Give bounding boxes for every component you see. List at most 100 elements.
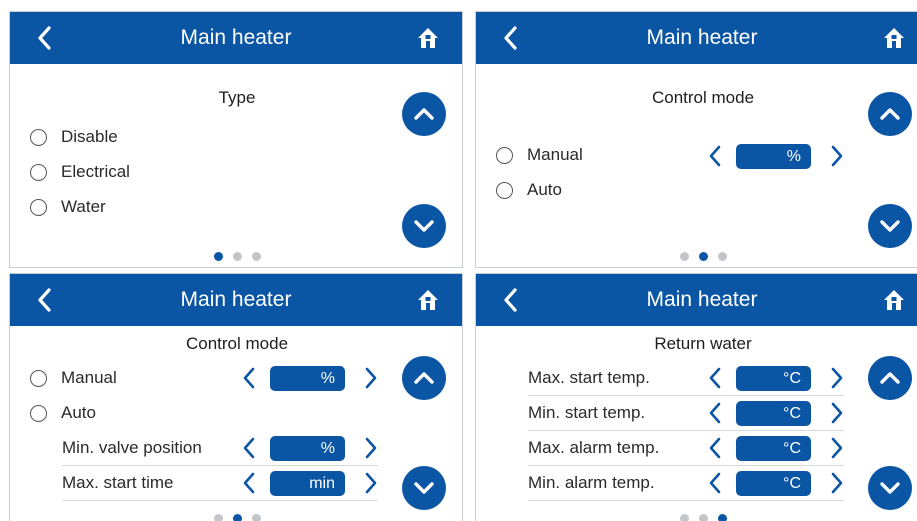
increase-chevron-right-icon[interactable]	[830, 437, 844, 459]
page-dot-3[interactable]	[717, 252, 727, 261]
page-title: Main heater	[180, 288, 292, 311]
increase-chevron-right-icon[interactable]	[830, 145, 844, 167]
increase-chevron-right-icon[interactable]	[364, 437, 378, 459]
page-dot-2[interactable]	[698, 514, 708, 521]
page-dot-3[interactable]	[717, 514, 727, 521]
chevron-down-icon	[880, 482, 900, 494]
radio-option-auto[interactable]: Auto	[496, 178, 562, 202]
page-title: Main heater	[646, 288, 758, 311]
page-dot-1[interactable]	[213, 514, 223, 521]
increase-chevron-right-icon[interactable]	[364, 472, 378, 494]
increase-chevron-right-icon[interactable]	[364, 367, 378, 389]
scroll-down-button[interactable]	[868, 466, 912, 510]
home-icon[interactable]	[416, 26, 440, 50]
setting-value-field[interactable]: °C	[736, 401, 811, 426]
radio-button[interactable]	[496, 146, 513, 164]
screen-main-heater-control-mode-extended: Main heater Control mode Manual % Auto M…	[9, 273, 463, 521]
chevron-up-icon	[414, 108, 434, 120]
scroll-up-button[interactable]	[402, 356, 446, 400]
radio-option-manual[interactable]: Manual	[30, 366, 117, 390]
scroll-up-button[interactable]	[868, 92, 912, 136]
setting-value-field[interactable]: °C	[736, 471, 811, 496]
header-bar: Main heater	[10, 274, 462, 326]
page-title: Main heater	[646, 26, 758, 49]
chevron-up-icon	[880, 372, 900, 384]
page-indicator	[476, 510, 917, 521]
home-icon[interactable]	[882, 288, 906, 312]
decrease-chevron-left-icon[interactable]	[708, 367, 722, 389]
header-bar: Main heater	[10, 12, 462, 64]
setting-value-field[interactable]: min	[270, 471, 345, 496]
setting-label: Max. start temp.	[528, 368, 650, 387]
page-dot-1[interactable]	[679, 514, 689, 521]
decrease-chevron-left-icon[interactable]	[708, 402, 722, 424]
home-icon[interactable]	[882, 26, 906, 50]
setting-value-field[interactable]: °C	[736, 366, 811, 391]
setting-value-field[interactable]: °C	[736, 436, 811, 461]
radio-button[interactable]	[30, 128, 47, 146]
radio-label: Disable	[61, 127, 118, 146]
setting-value-field[interactable]: %	[270, 436, 345, 461]
page-dot-2[interactable]	[232, 514, 242, 521]
setting-row-min-valve-position: Min. valve position %	[62, 432, 378, 466]
radio-button[interactable]	[30, 198, 47, 216]
decrease-chevron-left-icon[interactable]	[708, 437, 722, 459]
chevron-down-icon	[414, 482, 434, 494]
page-indicator	[10, 510, 462, 521]
page-dot-2[interactable]	[232, 252, 242, 261]
radio-button[interactable]	[30, 369, 47, 387]
setting-row-max-start-time: Max. start time min	[62, 467, 378, 501]
radio-option-electrical[interactable]: Electrical	[30, 160, 130, 184]
page-dot-3[interactable]	[251, 514, 261, 521]
scroll-up-button[interactable]	[868, 356, 912, 400]
radio-option-disable[interactable]: Disable	[30, 125, 118, 149]
setting-label: Max. alarm temp.	[528, 438, 660, 457]
section-title: Control mode	[651, 88, 755, 107]
radio-label: Auto	[61, 403, 96, 422]
manual-value-field[interactable]: %	[736, 144, 811, 169]
section-title: Control mode	[185, 334, 289, 353]
header-bar: Main heater	[476, 274, 917, 326]
screen-main-heater-type: Main heater Type Disable Electrical Wate…	[9, 11, 463, 268]
page-dot-3[interactable]	[251, 252, 261, 261]
chevron-up-icon	[880, 108, 900, 120]
radio-label: Manual	[527, 145, 583, 164]
setting-label: Min. start temp.	[528, 403, 646, 422]
radio-option-water[interactable]: Water	[30, 195, 106, 219]
radio-button[interactable]	[30, 163, 47, 181]
scroll-up-button[interactable]	[402, 92, 446, 136]
section-title: Type	[218, 88, 256, 107]
decrease-chevron-left-icon[interactable]	[242, 472, 256, 494]
page-indicator	[476, 248, 917, 266]
radio-button[interactable]	[30, 404, 47, 422]
chevron-down-icon	[880, 220, 900, 232]
scroll-down-button[interactable]	[868, 204, 912, 248]
page-dot-1[interactable]	[213, 252, 223, 261]
scroll-down-button[interactable]	[402, 466, 446, 510]
chevron-up-icon	[414, 372, 434, 384]
screen-main-heater-control-mode: Main heater Control mode Manual Auto %	[475, 11, 917, 268]
radio-option-auto[interactable]: Auto	[30, 401, 96, 425]
setting-label: Min. alarm temp.	[528, 473, 655, 492]
page-title: Main heater	[180, 26, 292, 49]
chevron-down-icon	[414, 220, 434, 232]
decrease-chevron-left-icon[interactable]	[242, 437, 256, 459]
increase-chevron-right-icon[interactable]	[830, 402, 844, 424]
scroll-down-button[interactable]	[402, 204, 446, 248]
setting-row-max-alarm-temp: Max. alarm temp. °C	[528, 432, 844, 466]
radio-button[interactable]	[496, 181, 513, 199]
home-icon[interactable]	[416, 288, 440, 312]
increase-chevron-right-icon[interactable]	[830, 472, 844, 494]
decrease-chevron-left-icon[interactable]	[708, 145, 722, 167]
decrease-chevron-left-icon[interactable]	[242, 367, 256, 389]
page-dot-2[interactable]	[698, 252, 708, 261]
setting-row-min-alarm-temp: Min. alarm temp. °C	[528, 467, 844, 501]
screen-main-heater-return-water: Main heater Return water Max. start temp…	[475, 273, 917, 521]
setting-label: Max. start time	[62, 473, 174, 492]
page-dot-1[interactable]	[679, 252, 689, 261]
radio-label: Electrical	[61, 162, 130, 181]
increase-chevron-right-icon[interactable]	[830, 367, 844, 389]
manual-value-field[interactable]: %	[270, 366, 345, 391]
decrease-chevron-left-icon[interactable]	[708, 472, 722, 494]
radio-option-manual[interactable]: Manual	[496, 143, 583, 167]
